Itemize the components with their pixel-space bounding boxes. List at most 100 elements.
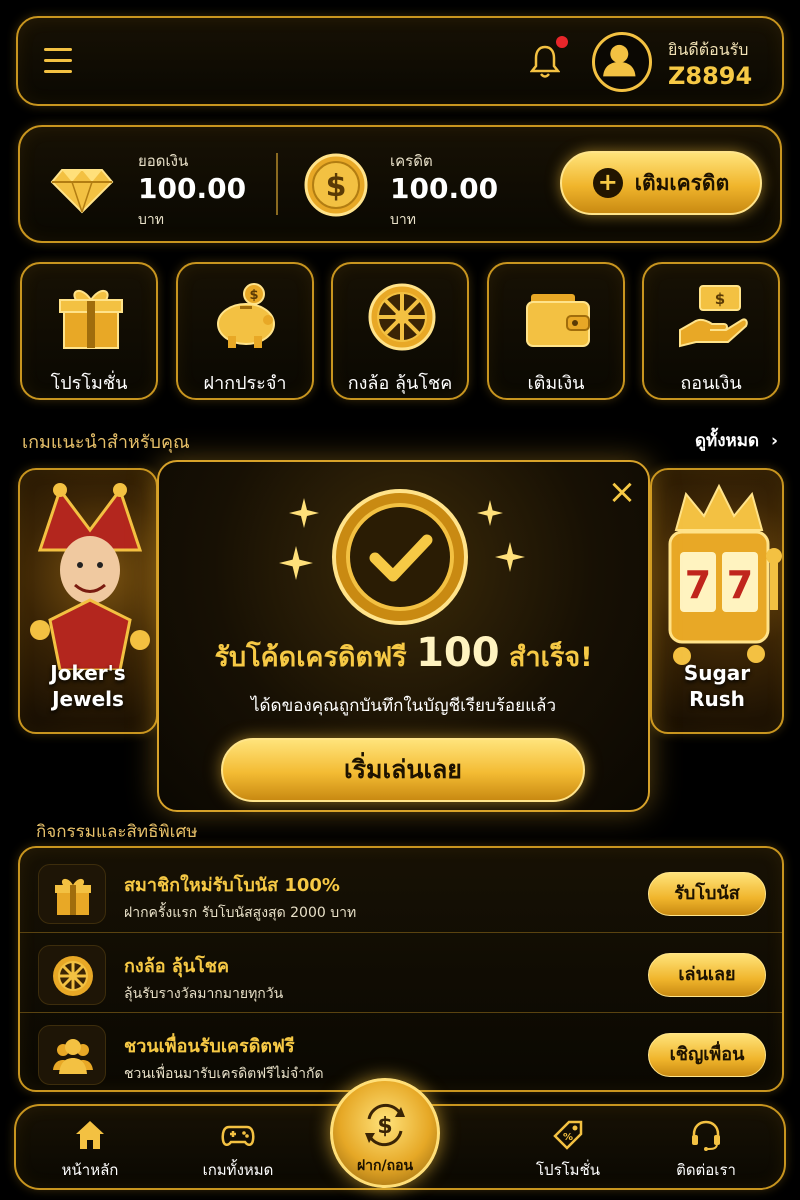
modal-title-prefix: รับโค้ดเครดิตฟรี xyxy=(214,642,407,673)
balance-unit: บาท xyxy=(138,212,164,228)
chevron-right-icon: › xyxy=(770,431,778,451)
home-icon xyxy=(76,1121,104,1149)
svg-text:$: $ xyxy=(326,169,347,204)
svg-text:$: $ xyxy=(715,290,725,308)
nav-contact-label: ติดต่อเรา xyxy=(676,1161,736,1179)
svg-text:7: 7 xyxy=(685,563,711,607)
bell-icon[interactable] xyxy=(530,44,560,80)
topup-label: เติมเครดิต xyxy=(634,170,730,195)
wallet-icon xyxy=(526,294,590,347)
game-title-line1: Joker's xyxy=(50,661,126,685)
username: Z8894 xyxy=(668,62,753,90)
view-all-link[interactable]: ดูทั้งหมด › xyxy=(695,427,778,454)
plus-icon: + xyxy=(592,168,623,198)
games-section-title: เกมแนะนำสำหรับคุณ xyxy=(22,432,190,453)
quick-action-promotion[interactable]: โปรโมชั่น xyxy=(20,262,158,400)
game-title-line2: Jewels xyxy=(52,687,124,711)
nav-deposit-withdraw-label: ฝาก/ถอน xyxy=(356,1158,414,1174)
game-title: Sugar Rush xyxy=(652,660,782,712)
play-now-button[interactable]: เล่นเลย xyxy=(648,953,766,997)
credit-unit: บาท xyxy=(390,212,416,228)
cash-hand-icon: $ xyxy=(679,285,748,348)
hamburger-icon[interactable] xyxy=(44,48,72,74)
nav-promotions[interactable]: % โปรโมชั่น xyxy=(508,1118,628,1182)
credit-value: 100.00 xyxy=(390,172,499,205)
balance-value: 100.00 xyxy=(138,172,247,205)
activities-section-title: กิจกรรมและสิทธิพิเศษ xyxy=(36,822,198,842)
view-all-label: ดูทั้งหมด xyxy=(694,431,759,451)
gamepad-icon xyxy=(221,1125,255,1146)
divider xyxy=(276,153,278,215)
activity-title: สมาชิกใหม่รับโบนัส 100% xyxy=(124,875,340,896)
svg-text:$: $ xyxy=(377,1114,392,1139)
quick-action-deposit[interactable]: $ ฝากประจำ xyxy=(176,262,314,400)
success-modal: × รับโค้ดเครดิตฟรี 100 สำเร็จ! ได้ดของคุ… xyxy=(157,460,650,812)
quick-action-topup[interactable]: เติมเงิน xyxy=(487,262,625,400)
game-card-jokers-jewels[interactable]: Joker's Jewels xyxy=(18,468,158,734)
sparkle-icon xyxy=(289,498,319,528)
modal-title-suffix: สำเร็จ! xyxy=(509,642,593,673)
nav-home-label: หน้าหลัก xyxy=(61,1161,119,1179)
welcome-text: ยินดีต้อนรับ xyxy=(668,40,749,59)
nav-all-games-label: เกมทั้งหมด xyxy=(202,1161,274,1179)
activities-panel: สมาชิกใหม่รับโบนัส 100% ฝากครั้งแรก รับโ… xyxy=(18,846,784,1092)
quick-action-label: กงล้อ ลุ้นโชค xyxy=(347,373,453,394)
nav-contact[interactable]: ติดต่อเรา xyxy=(646,1118,766,1182)
topup-button[interactable]: + เติมเครดิต xyxy=(560,151,762,215)
svg-text:7: 7 xyxy=(727,563,753,607)
diamond-icon xyxy=(50,169,114,214)
joker-artwork xyxy=(30,483,150,672)
users-icon xyxy=(38,1025,106,1085)
wheel-icon xyxy=(368,283,436,351)
quick-action-label: ฝากประจำ xyxy=(203,373,287,394)
claim-bonus-button[interactable]: รับโบนัส xyxy=(648,872,766,916)
gift-icon xyxy=(38,864,106,924)
deposit-withdraw-button[interactable]: $ ฝาก/ถอน xyxy=(330,1078,440,1188)
close-icon[interactable]: × xyxy=(607,475,637,509)
tag-icon: % xyxy=(553,1120,583,1150)
activity-desc: ลุ้นรับรางวัลมากมายทุกวัน xyxy=(124,986,284,1002)
activity-title: ชวนเพื่อนรับเครดิตฟรี xyxy=(124,1036,295,1057)
nav-promotions-label: โปรโมชั่น xyxy=(535,1161,600,1179)
top-header: ยินดีต้อนรับ Z8894 xyxy=(16,16,784,106)
credit-label: เครดิต xyxy=(390,152,433,170)
sparkle-icon xyxy=(279,546,313,580)
game-title-line2: Rush xyxy=(689,687,745,711)
activity-row: กงล้อ ลุ้นโชค ลุ้นรับรางวัลมากมายทุกวัน … xyxy=(20,932,782,1012)
coin-icon: $ xyxy=(304,153,368,217)
wheel-icon xyxy=(38,945,106,1005)
piggy-bank-icon: $ xyxy=(217,283,275,348)
balance-label: ยอดเงิน xyxy=(138,152,189,170)
modal-title-amount: 100 xyxy=(416,630,500,676)
game-title: Joker's Jewels xyxy=(20,660,156,712)
modal-subtitle: ได้ดของคุณถูกบันทึกในบัญชีเรียบร้อยแล้ว xyxy=(250,696,557,716)
svg-text:%: % xyxy=(563,1132,573,1143)
start-playing-button[interactable]: เริ่มเล่นเลย xyxy=(221,738,585,802)
activity-row: สมาชิกใหม่รับโบนัส 100% ฝากครั้งแรก รับโ… xyxy=(20,852,782,932)
game-card-sugar-rush[interactable]: 7 7 Sugar Rush xyxy=(650,468,784,734)
activity-desc: ฝากครั้งแรก รับโบนัสสูงสุด 2000 บาท xyxy=(124,905,357,921)
gift-icon xyxy=(59,290,123,349)
notification-dot xyxy=(556,36,568,48)
activity-desc: ชวนเพื่อนมารับเครดิตฟรีไม่จำกัด xyxy=(124,1066,324,1082)
game-title-line1: Sugar xyxy=(683,661,751,685)
exchange-coin-icon: $ xyxy=(365,1103,405,1147)
nav-all-games[interactable]: เกมทั้งหมด xyxy=(178,1118,298,1182)
slot-machine-artwork: 7 7 xyxy=(668,483,782,665)
quick-action-label: ถอนเงิน xyxy=(680,373,742,394)
invite-friends-button[interactable]: เชิญเพื่อน xyxy=(648,1033,766,1077)
quick-action-label: โปรโมชั่น xyxy=(50,373,128,394)
quick-action-label: เติมเงิน xyxy=(527,373,585,394)
modal-title: รับโค้ดเครดิตฟรี 100 สำเร็จ! xyxy=(159,630,648,678)
success-check-icon xyxy=(332,489,468,625)
sparkle-icon xyxy=(477,500,503,526)
nav-home[interactable]: หน้าหลัก xyxy=(30,1118,150,1182)
svg-text:$: $ xyxy=(249,288,258,303)
quick-action-withdraw[interactable]: $ ถอนเงิน xyxy=(642,262,780,400)
sparkle-icon xyxy=(495,542,525,572)
quick-action-wheel[interactable]: กงล้อ ลุ้นโชค xyxy=(331,262,469,400)
user-avatar-icon[interactable] xyxy=(592,32,652,92)
balance-panel: ยอดเงิน 100.00 บาท $ เครดิต 100.00 บาท +… xyxy=(18,125,782,243)
headset-icon xyxy=(692,1120,720,1151)
activity-title: กงล้อ ลุ้นโชค xyxy=(124,956,230,977)
